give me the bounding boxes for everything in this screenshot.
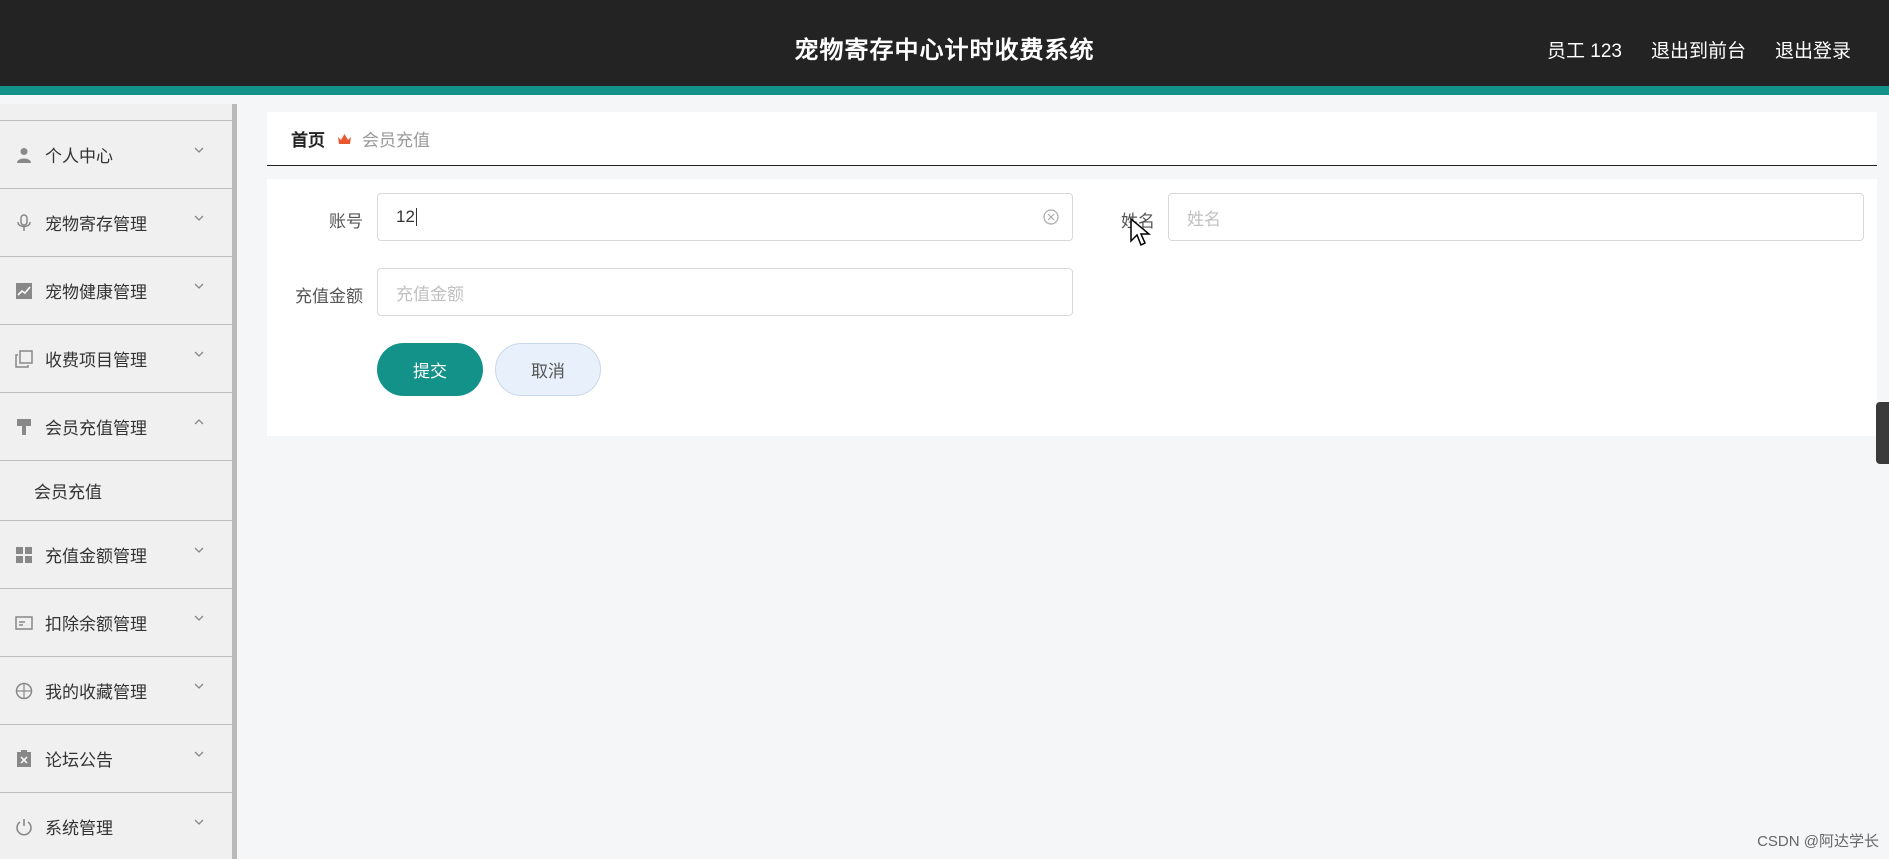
trend-chart-icon bbox=[15, 282, 33, 300]
sidebar-item-label: 会员充值管理 bbox=[45, 419, 147, 438]
mouse-cursor-icon bbox=[1130, 217, 1151, 247]
exit-to-front-link[interactable]: 退出到前台 bbox=[1651, 36, 1746, 63]
crown-icon bbox=[337, 132, 352, 146]
account-label: 账号 bbox=[329, 212, 363, 231]
delete-doc-icon bbox=[15, 749, 33, 768]
submenu-item-member-recharge[interactable]: 会员充值 bbox=[0, 461, 232, 521]
amount-input-placeholder: 充值金额 bbox=[396, 284, 464, 304]
clear-circle-icon[interactable] bbox=[1042, 208, 1060, 226]
chevron-up-icon bbox=[194, 419, 204, 425]
sidebar-item-pet-boarding[interactable]: 宠物寄存管理 bbox=[0, 189, 232, 257]
sidebar-item-label: 扣除余额管理 bbox=[45, 615, 147, 634]
text-caret bbox=[415, 208, 417, 226]
sidebar-item-balance-deduction[interactable]: 扣除余额管理 bbox=[0, 589, 232, 657]
chevron-down-icon bbox=[194, 215, 204, 221]
compass-icon bbox=[15, 682, 33, 700]
sidebar: 个人中心 宠物寄存管理 宠物健康管理 收费项目管理 会员充值管理 会员充值 充值… bbox=[0, 104, 237, 859]
sidebar-item-forum-notice[interactable]: 论坛公告 bbox=[0, 725, 232, 793]
sidebar-item-label: 宠物健康管理 bbox=[45, 283, 147, 302]
chevron-down-icon bbox=[194, 615, 204, 621]
sidebar-item-label: 论坛公告 bbox=[45, 751, 113, 770]
logout-link[interactable]: 退出登录 bbox=[1775, 36, 1851, 63]
sidebar-item-label: 我的收藏管理 bbox=[45, 683, 147, 702]
side-panel-toggle[interactable] bbox=[1876, 402, 1889, 464]
chevron-down-icon bbox=[194, 683, 204, 689]
current-user-label[interactable]: 员工 123 bbox=[1547, 36, 1622, 63]
card-icon bbox=[15, 614, 33, 632]
chevron-down-icon bbox=[194, 547, 204, 553]
chevron-down-icon bbox=[194, 283, 204, 289]
sidebar-item-personal-center[interactable]: 个人中心 bbox=[0, 121, 232, 189]
recharge-amount-input[interactable]: 充值金额 bbox=[377, 268, 1073, 316]
microphone-icon bbox=[15, 213, 33, 232]
amount-label: 充值金额 bbox=[295, 287, 363, 306]
name-input[interactable]: 姓名 bbox=[1168, 193, 1864, 241]
sidebar-item-recharge-amount[interactable]: 充值金额管理 bbox=[0, 521, 232, 589]
header-links: 员工 123 退出到前台 退出登录 bbox=[1547, 36, 1851, 63]
chevron-down-icon bbox=[194, 819, 204, 825]
name-input-placeholder: 姓名 bbox=[1187, 209, 1221, 229]
brush-icon bbox=[15, 418, 33, 436]
breadcrumb: 首页 会员充值 bbox=[267, 112, 1877, 166]
chevron-down-icon bbox=[194, 147, 204, 153]
cancel-button[interactable]: 取消 bbox=[495, 343, 601, 396]
grid-icon bbox=[15, 546, 33, 564]
sidebar-item-fee-items[interactable]: 收费项目管理 bbox=[0, 325, 232, 393]
sidebar-item-member-recharge[interactable]: 会员充值管理 bbox=[0, 393, 232, 461]
sidebar-item-label: 系统管理 bbox=[45, 819, 113, 838]
sidebar-item-pet-health[interactable]: 宠物健康管理 bbox=[0, 257, 232, 325]
sidebar-item-my-favorites[interactable]: 我的收藏管理 bbox=[0, 657, 232, 725]
account-input[interactable]: 12 bbox=[377, 193, 1073, 241]
sidebar-item-label: 宠物寄存管理 bbox=[45, 215, 147, 234]
sidebar-item-label: 收费项目管理 bbox=[45, 351, 147, 370]
breadcrumb-home[interactable]: 首页 bbox=[291, 126, 325, 151]
sidebar-item-label: 个人中心 bbox=[45, 147, 113, 166]
sidebar-item-system-management[interactable]: 系统管理 bbox=[0, 793, 232, 859]
copy-icon bbox=[15, 349, 33, 368]
top-header: 宠物寄存中心计时收费系统 员工 123 退出到前台 退出登录 bbox=[0, 0, 1889, 95]
power-icon bbox=[15, 818, 33, 836]
user-icon bbox=[15, 146, 33, 164]
recharge-form: 账号 12 姓名 姓名 充值金额 充值金额 提交 取消 bbox=[267, 179, 1877, 436]
watermark: CSDN @阿达学长 bbox=[1757, 833, 1879, 850]
account-input-value: 12 bbox=[396, 207, 415, 226]
chevron-down-icon bbox=[194, 351, 204, 357]
breadcrumb-current: 会员充值 bbox=[362, 131, 430, 150]
sidebar-item-label: 充值金额管理 bbox=[45, 547, 147, 566]
chevron-down-icon bbox=[194, 751, 204, 757]
submit-button[interactable]: 提交 bbox=[377, 343, 483, 396]
sidebar-divider bbox=[0, 104, 232, 121]
